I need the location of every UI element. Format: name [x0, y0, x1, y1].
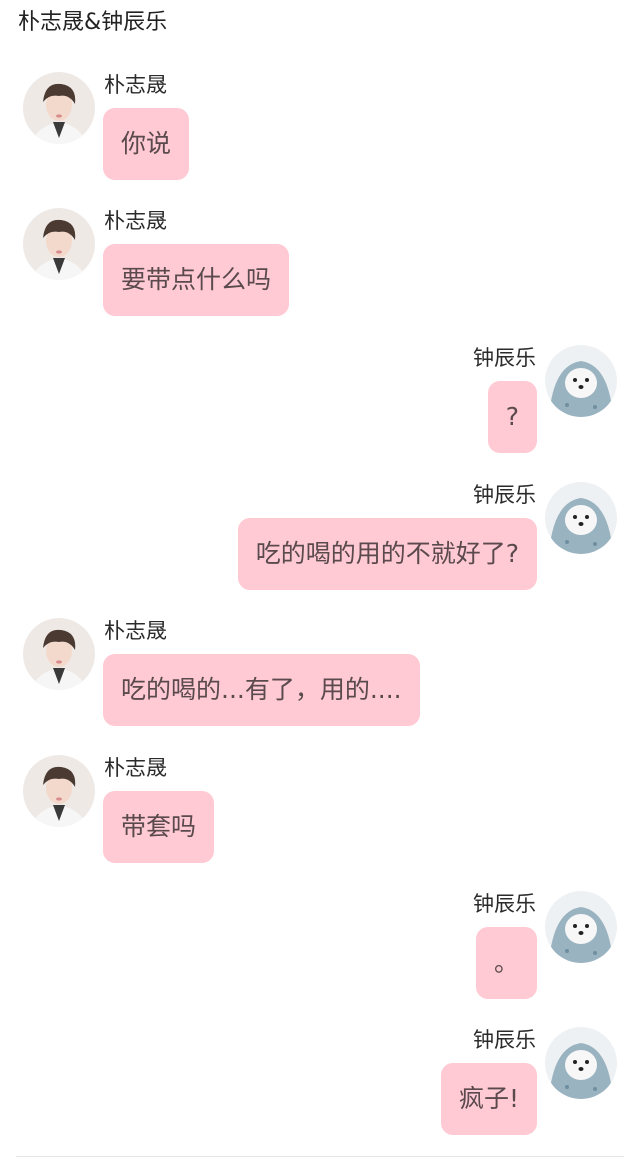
message-bubble[interactable]: 吃的喝的...有了，用的.... [103, 654, 420, 726]
message-bubble[interactable]: 带套吗 [103, 791, 215, 863]
sender-name: 钟辰乐 [473, 1028, 536, 1052]
message-bubble[interactable]: 要带点什么吗 [103, 244, 290, 316]
message-bubble[interactable]: ? [487, 381, 537, 453]
avatar-boy-icon[interactable] [23, 208, 95, 280]
divider [16, 1156, 624, 1157]
sender-name: 钟辰乐 [473, 892, 536, 916]
avatar-puppy-icon[interactable] [545, 891, 617, 963]
message-bubble[interactable]: 疯子! [440, 1063, 537, 1135]
sender-name: 朴志晟 [104, 73, 167, 97]
message-bubble[interactable]: 你说 [103, 108, 190, 180]
sender-name: 朴志晟 [104, 619, 167, 643]
avatar-boy-icon[interactable] [23, 755, 95, 827]
sender-name: 朴志晟 [104, 756, 167, 780]
avatar-boy-icon[interactable] [23, 72, 95, 144]
avatar-puppy-icon[interactable] [545, 1027, 617, 1099]
message-bubble[interactable]: 吃的喝的用的不就好了? [237, 518, 537, 590]
sender-name: 朴志晟 [104, 209, 167, 233]
sender-name: 钟辰乐 [473, 346, 536, 370]
avatar-puppy-icon[interactable] [545, 345, 617, 417]
avatar-boy-icon[interactable] [23, 618, 95, 690]
avatar-puppy-icon[interactable] [545, 482, 617, 554]
sender-name: 钟辰乐 [473, 483, 536, 507]
message-bubble[interactable]: 。 [475, 927, 537, 999]
chat-title: 朴志晟&钟辰乐 [18, 10, 168, 35]
